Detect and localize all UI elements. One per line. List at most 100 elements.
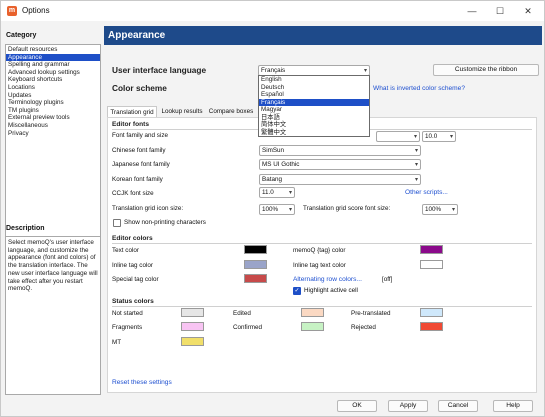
language-option[interactable]: Español (259, 91, 369, 99)
category-label: Category (6, 32, 37, 39)
category-item[interactable]: Default resources (6, 46, 100, 54)
category-item[interactable]: Updates (6, 92, 100, 100)
korean-font-label: Korean font family (112, 176, 163, 183)
description-box: Select memoQ's user interface language, … (5, 236, 101, 395)
edited-swatch[interactable] (301, 308, 324, 317)
window-title: Options (22, 6, 50, 15)
korean-font-value: Batang (262, 176, 282, 183)
not-started-swatch[interactable] (181, 308, 204, 317)
category-item[interactable]: Terminology plugins (6, 99, 100, 107)
japanese-font-value: MS UI Gothic (262, 161, 300, 168)
grid-score-font-select[interactable]: 100% ▾ (422, 204, 458, 215)
category-item[interactable]: Keyboard shortcuts (6, 76, 100, 84)
edited-label: Edited (233, 310, 251, 317)
confirmed-label: Confirmed (233, 324, 263, 331)
customize-ribbon-button[interactable]: Customize the ribbon (433, 64, 539, 76)
chevron-down-icon: ▾ (414, 148, 418, 154)
chevron-down-icon: ▾ (288, 207, 292, 213)
grid-score-font-value: 100% (425, 206, 442, 213)
page-title: Appearance (104, 26, 542, 45)
memoq-app-icon: m (7, 6, 17, 16)
alternating-row-colors-link[interactable]: Alternating row colors... (293, 276, 362, 283)
description-label: Description (6, 225, 45, 232)
font-family-label: Font family and size (112, 132, 168, 139)
chevron-down-icon: ▾ (449, 134, 453, 140)
category-item[interactable]: Spelling and grammar (6, 61, 100, 69)
fragments-label: Fragments (112, 324, 143, 331)
category-item[interactable]: TM plugins (6, 107, 100, 115)
maximize-button[interactable]: ☐ (485, 1, 515, 21)
help-button[interactable]: Help (493, 400, 533, 412)
chevron-down-icon: ▾ (414, 177, 418, 183)
category-item[interactable]: Privacy (6, 130, 100, 138)
category-item[interactable]: Locations (6, 84, 100, 92)
divider (112, 243, 532, 244)
font-family-select[interactable]: ▾ (376, 131, 420, 142)
language-option[interactable]: Français (259, 98, 369, 106)
ui-language-dropdown-list[interactable]: English Deutsch Español Français Magyar 日本語 简体… (258, 75, 370, 137)
editor-colors-title: Editor colors (112, 235, 153, 242)
chevron-down-icon: ▾ (451, 207, 455, 213)
text-color-swatch[interactable] (244, 245, 267, 254)
not-started-label: Not started (112, 310, 143, 317)
confirmed-swatch[interactable] (301, 322, 324, 331)
language-option[interactable]: Deutsch (259, 84, 369, 92)
mt-swatch[interactable] (181, 337, 204, 346)
memoq-tag-color-swatch[interactable] (420, 245, 443, 254)
pretranslated-swatch[interactable] (420, 308, 443, 317)
language-option[interactable]: Magyar (259, 106, 369, 114)
category-item[interactable]: Advanced lookup settings (6, 69, 100, 77)
show-nonprinting-label: Show non-printing characters (124, 219, 206, 226)
category-list[interactable]: Default resources Appearance Spelling and … (5, 44, 101, 241)
chinese-font-select[interactable]: SimSun ▾ (259, 145, 421, 156)
category-item[interactable]: External preview tools (6, 114, 100, 122)
japanese-font-label: Japanese font family (112, 161, 170, 168)
ccjk-font-size-label: CCJK font size (112, 190, 154, 197)
ok-button[interactable]: OK (337, 400, 377, 412)
show-nonprinting-checkbox[interactable] (113, 219, 121, 227)
special-tag-color-swatch[interactable] (244, 274, 267, 283)
language-option[interactable]: English (259, 76, 369, 84)
category-item[interactable]: Miscellaneous (6, 122, 100, 130)
japanese-font-select[interactable]: MS UI Gothic ▾ (259, 159, 421, 170)
language-option[interactable]: 日本語 (259, 114, 369, 122)
font-size-value: 10.0 (425, 133, 438, 140)
chevron-down-icon: ▾ (414, 162, 418, 168)
ccjk-font-size-select[interactable]: 11.0 ▾ (259, 187, 295, 198)
chinese-font-label: Chinese font family (112, 147, 166, 154)
inverted-color-scheme-link[interactable]: What is inverted color scheme? (373, 85, 465, 92)
rejected-label: Rejected (351, 324, 376, 331)
grid-score-font-label: Translation grid score font size: (303, 205, 391, 212)
options-window: m Options — ☐ ✕ Category Default resourc… (0, 0, 545, 417)
ui-language-label: User interface language (112, 65, 207, 75)
divider (112, 306, 532, 307)
description-text: Select memoQ's user interface language, … (8, 239, 98, 293)
language-option[interactable]: 繁體中文 (259, 129, 369, 137)
color-scheme-label: Color scheme (112, 83, 167, 93)
inline-tag-color-swatch[interactable] (244, 260, 267, 269)
chinese-font-value: SimSun (262, 147, 285, 154)
rejected-swatch[interactable] (420, 322, 443, 331)
inline-tag-text-color-swatch[interactable] (420, 260, 443, 269)
chevron-down-icon: ▾ (413, 134, 417, 140)
special-tag-color-label: Special tag color (112, 276, 159, 283)
language-option[interactable]: 简体中文 (259, 121, 369, 129)
fragments-swatch[interactable] (181, 322, 204, 331)
grid-icon-size-select[interactable]: 100% ▾ (259, 204, 295, 215)
korean-font-select[interactable]: Batang ▾ (259, 174, 421, 185)
font-size-select[interactable]: 10.0 ▾ (422, 131, 456, 142)
inline-tag-color-label: Inline tag color (112, 262, 153, 269)
cancel-button[interactable]: Cancel (438, 400, 478, 412)
chevron-down-icon: ▾ (288, 190, 292, 196)
close-window-button[interactable]: ✕ (513, 1, 543, 21)
alternating-row-colors-value: [off] (382, 276, 393, 283)
reset-settings-link[interactable]: Reset these settings (112, 379, 172, 386)
pretranslated-label: Pre-translated (351, 310, 391, 317)
ccjk-font-size-value: 11.0 (262, 189, 274, 196)
apply-button[interactable]: Apply (388, 400, 428, 412)
highlight-active-cell-label: Highlight active cell (304, 287, 358, 294)
highlight-active-cell-checkbox[interactable]: ✓ (293, 287, 301, 295)
minimize-button[interactable]: — (457, 1, 487, 21)
other-scripts-link[interactable]: Other scripts... (405, 189, 448, 196)
category-item[interactable]: Appearance (6, 53, 100, 62)
